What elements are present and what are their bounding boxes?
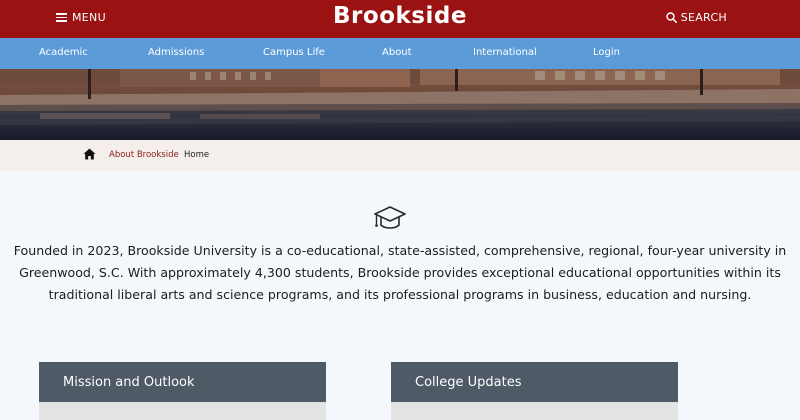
breadcrumb-current: Home — [184, 150, 210, 160]
card-title-college-updates[interactable]: College Updates — [391, 362, 678, 402]
campus-photo — [0, 69, 800, 140]
nav-item-international[interactable]: International — [473, 47, 537, 58]
card-college-updates: College Updates — [391, 362, 678, 420]
hero-image — [0, 69, 800, 140]
top-header: MENU Brookside SEARCH — [0, 0, 800, 38]
card-mission-and-outlook: Mission and Outlook — [39, 362, 326, 420]
nav-item-admissions[interactable]: Admissions — [148, 47, 204, 58]
menu-label: MENU — [72, 11, 106, 24]
card-title-mission[interactable]: Mission and Outlook — [39, 362, 326, 402]
breadcrumb-link-about[interactable]: About Brookside — [109, 150, 179, 160]
search-icon — [665, 12, 677, 23]
search-button[interactable]: SEARCH — [665, 11, 727, 24]
search-label: SEARCH — [680, 11, 727, 24]
nav-item-campus-life[interactable]: Campus Life — [263, 47, 325, 58]
menu-button[interactable]: MENU — [56, 11, 106, 24]
intro-paragraph: Founded in 2023, Brookside University is… — [13, 243, 787, 302]
home-icon[interactable] — [83, 148, 96, 160]
nav-item-login[interactable]: Login — [593, 47, 620, 58]
nav-item-academic[interactable]: Academic — [39, 47, 88, 58]
graduation-cap-icon — [374, 206, 406, 229]
hamburger-icon — [56, 13, 67, 22]
nav-item-about[interactable]: About — [382, 47, 412, 58]
breadcrumb: About Brookside Home — [0, 140, 800, 171]
main-nav: Academic Admissions Campus Life About In… — [0, 38, 800, 69]
